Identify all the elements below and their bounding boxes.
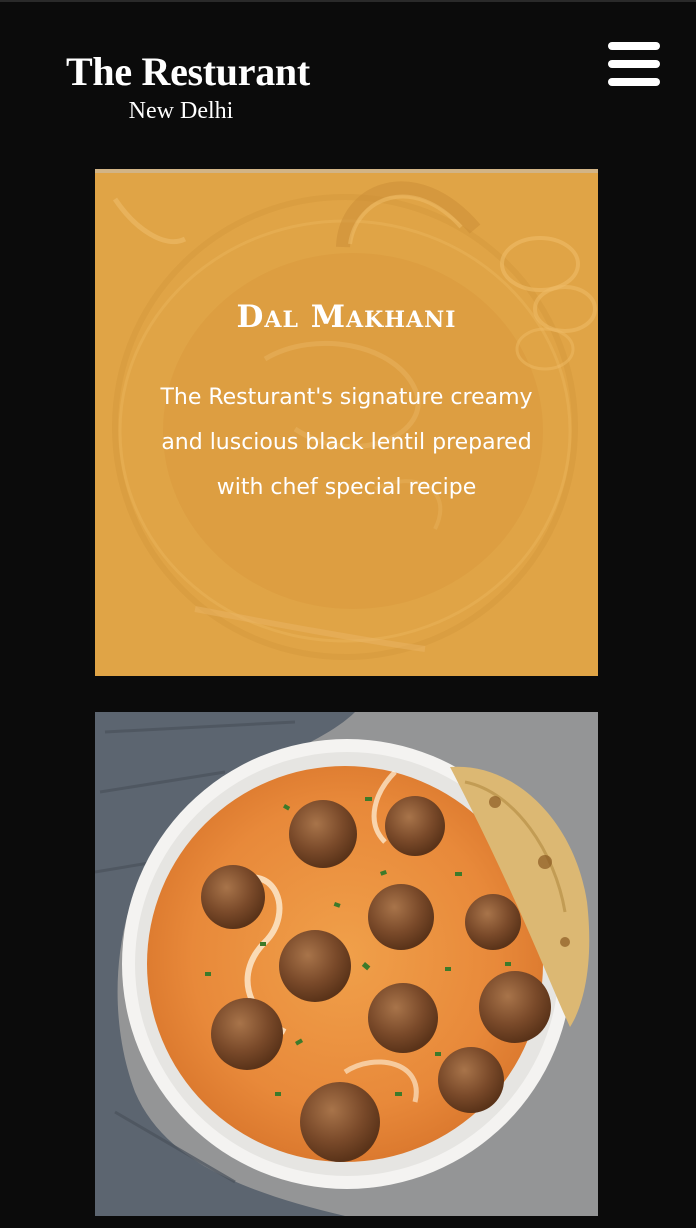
dish-card-dal-makhani[interactable]: Dal Makhani The Resturant's signature cr…: [95, 169, 598, 676]
brand-location: New Delhi: [128, 98, 234, 124]
kofta-curry-with-roti-photo: [95, 712, 598, 1216]
brand-logo-link[interactable]: The Resturant New Delhi: [66, 50, 326, 125]
dish-title: Dal Makhani: [236, 299, 457, 335]
brand-name: The Resturant: [66, 49, 310, 94]
menu-bar-top: [608, 42, 660, 50]
top-border: [0, 0, 696, 2]
hamburger-menu-icon[interactable]: [606, 40, 662, 88]
dish-description: The Resturant's signature creamy and lus…: [160, 385, 533, 500]
menu-bar-bottom: [608, 78, 660, 86]
dish-card-kofta[interactable]: [95, 712, 598, 1216]
dish-overlay: Dal Makhani The Resturant's signature cr…: [95, 169, 598, 676]
menu-bar-middle: [608, 60, 660, 68]
